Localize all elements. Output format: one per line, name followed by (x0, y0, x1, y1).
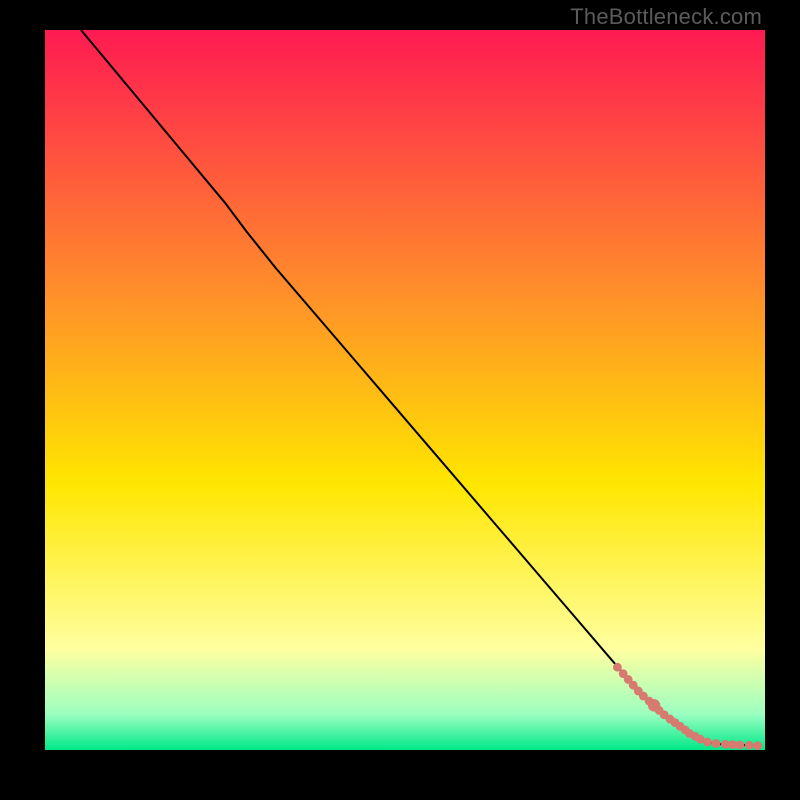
scatter-point (753, 741, 762, 750)
scatter-point (712, 739, 721, 748)
scatter-point (703, 738, 712, 747)
scatter-point (735, 741, 744, 750)
plot-area (45, 30, 765, 750)
chart-svg (45, 30, 765, 750)
watermark-label: TheBottleneck.com (570, 4, 762, 30)
scatter-point (745, 741, 754, 750)
gradient-background (45, 30, 765, 750)
chart-stage: TheBottleneck.com (0, 0, 800, 800)
